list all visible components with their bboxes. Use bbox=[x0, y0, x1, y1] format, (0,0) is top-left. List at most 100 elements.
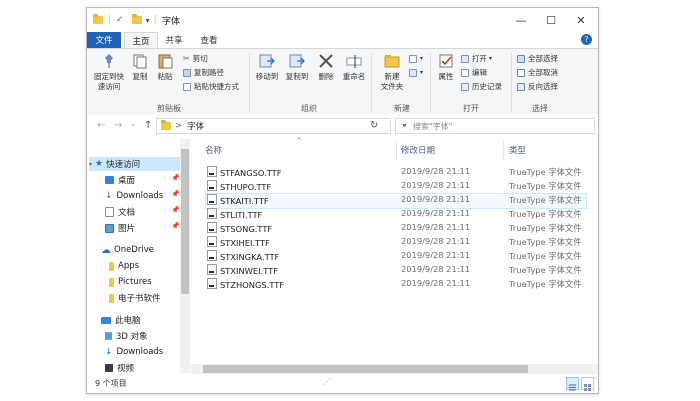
column-header-name[interactable]: 名称 bbox=[205, 143, 222, 157]
breadcrumb-current[interactable]: 字体 bbox=[187, 120, 204, 132]
delete-button[interactable]: 删除 bbox=[315, 52, 337, 82]
select-none-label: 全部取消 bbox=[528, 68, 558, 77]
tab-home[interactable]: 主页 bbox=[124, 32, 158, 49]
properties-label: 属性 bbox=[438, 72, 454, 81]
details-view-icon bbox=[569, 384, 576, 391]
new-item-button[interactable]: ▾ bbox=[409, 53, 423, 64]
nav-videos[interactable]: 视频 bbox=[105, 361, 134, 375]
paste-button[interactable]: 粘贴 bbox=[153, 52, 177, 82]
pin-icon bbox=[100, 52, 118, 70]
font-file-icon bbox=[207, 250, 217, 261]
paste-shortcut-button[interactable]: 粘贴快捷方式 bbox=[183, 81, 239, 92]
folder-icon bbox=[109, 277, 114, 287]
font-file-icon bbox=[207, 166, 217, 177]
rename-button[interactable]: 重命名 bbox=[341, 52, 367, 82]
edit-button[interactable]: 编辑 bbox=[461, 67, 487, 78]
file-name-cell: STXINGKA.TTF bbox=[207, 250, 279, 262]
nav-this-pc[interactable]: 此电脑 bbox=[101, 313, 141, 327]
column-header-modified[interactable]: 修改日期 bbox=[401, 143, 435, 157]
qa-separator: | bbox=[108, 15, 112, 25]
copy-button[interactable]: 复制 bbox=[129, 52, 151, 82]
table-row[interactable]: STZHONGS.TTF 2019/9/28 21:11 TrueType 字体… bbox=[205, 277, 585, 291]
file-name: STXINWEI.TTF bbox=[220, 266, 278, 276]
tab-share[interactable]: 共享 bbox=[159, 32, 189, 48]
select-all-button[interactable]: 全部选择 bbox=[517, 53, 558, 64]
horizontal-scrollbar-thumb[interactable] bbox=[203, 365, 528, 373]
horizontal-scrollbar[interactable] bbox=[191, 364, 598, 374]
help-button[interactable]: ? bbox=[581, 34, 592, 45]
nav-label: 文档 bbox=[118, 208, 136, 218]
file-name: STZHONGS.TTF bbox=[220, 280, 285, 290]
nav-scrollbar[interactable] bbox=[180, 139, 190, 373]
nav-pictures[interactable]: 图片 bbox=[105, 221, 135, 235]
new-folder-button[interactable]: 新建 文件夹 bbox=[377, 52, 407, 92]
up-button[interactable]: ↑ bbox=[144, 120, 152, 131]
breadcrumb-separator: > bbox=[175, 121, 183, 131]
large-icons-view-button[interactable] bbox=[581, 377, 594, 391]
nav-pictures-folder[interactable]: Pictures bbox=[109, 275, 152, 289]
nav-label: 电子书软件 bbox=[118, 294, 161, 304]
open-label: 打开 bbox=[472, 54, 487, 63]
nav-desktop[interactable]: 桌面 bbox=[105, 173, 135, 187]
nav-3d-objects[interactable]: 3D 对象 bbox=[105, 329, 148, 343]
tab-view[interactable]: 查看 bbox=[194, 32, 224, 48]
file-name: STKAITI.TTF bbox=[220, 196, 269, 206]
table-row[interactable]: STXIHEI.TTF 2019/9/28 21:11 TrueType 字体文… bbox=[205, 235, 585, 249]
nav-quick-access[interactable]: ▾ ★ 快速访问 bbox=[89, 157, 180, 171]
table-row[interactable]: STSONG.TTF 2019/9/28 21:11 TrueType 字体文件 bbox=[205, 221, 585, 235]
ribbon-divider bbox=[249, 53, 250, 113]
file-type: TrueType 字体文件 bbox=[509, 167, 582, 177]
rename-label: 重命名 bbox=[342, 72, 366, 81]
move-to-label: 移动到 bbox=[255, 72, 279, 81]
nav-documents[interactable]: 文档 bbox=[105, 205, 135, 219]
nav-downloads[interactable]: ↓ Downloads bbox=[105, 189, 163, 203]
close-button[interactable]: ✕ bbox=[567, 11, 595, 29]
open-button[interactable]: 打开 ▾ bbox=[461, 53, 492, 64]
qa-dropdown-icon[interactable]: ▾ bbox=[146, 16, 150, 25]
nav-ebook-software[interactable]: 电子书软件 bbox=[109, 291, 161, 305]
select-none-button[interactable]: 全部取消 bbox=[517, 67, 558, 78]
properties-icon[interactable]: ✓ bbox=[116, 15, 124, 25]
table-row[interactable]: STXINGKA.TTF 2019/9/28 21:11 TrueType 字体… bbox=[205, 249, 585, 263]
copy-path-button[interactable]: 复制路径 bbox=[183, 67, 224, 78]
table-row[interactable]: STHUPO.TTF 2019/9/28 21:11 TrueType 字体文件 bbox=[205, 179, 585, 193]
paste-shortcut-label: 粘贴快捷方式 bbox=[194, 82, 239, 91]
cut-button[interactable]: ✂ 剪切 bbox=[183, 53, 208, 64]
pin-quick-access-button[interactable]: 固定到快 速访问 bbox=[91, 52, 127, 92]
invert-selection-icon bbox=[517, 82, 525, 91]
refresh-button[interactable]: ↻ bbox=[370, 120, 378, 131]
properties-button[interactable]: 属性 bbox=[435, 52, 457, 82]
column-header-type[interactable]: 类型 bbox=[509, 143, 526, 157]
easy-access-button[interactable]: ▾ bbox=[409, 67, 423, 78]
move-to-button[interactable]: 移动到 bbox=[253, 52, 281, 82]
details-view-button[interactable] bbox=[566, 377, 579, 391]
nav-onedrive[interactable]: ☁ OneDrive bbox=[101, 243, 154, 257]
video-icon bbox=[105, 364, 113, 372]
column-divider[interactable] bbox=[396, 141, 397, 159]
search-input[interactable]: ⌕ 搜索"字体" bbox=[395, 118, 595, 134]
new-folder-icon[interactable] bbox=[131, 14, 142, 24]
invert-selection-button[interactable]: 反向选择 bbox=[517, 81, 558, 92]
explorer-window: | ✓ ▾ | 字体 — ☐ ✕ 文件 主页 共享 查看 ? 固定到快 速访问 bbox=[86, 7, 599, 394]
recent-locations-button[interactable]: ⌄ bbox=[130, 119, 137, 128]
copy-to-button[interactable]: 复制到 bbox=[283, 52, 311, 82]
nav-pc-downloads[interactable]: ↓ Downloads bbox=[105, 345, 163, 359]
forward-button[interactable]: → bbox=[114, 120, 122, 131]
nav-scrollbar-thumb[interactable] bbox=[181, 149, 189, 294]
back-button[interactable]: ← bbox=[97, 120, 105, 131]
history-button[interactable]: 历史记录 bbox=[461, 81, 502, 92]
maximize-button[interactable]: ☐ bbox=[537, 11, 565, 29]
minimize-button[interactable]: — bbox=[507, 11, 535, 29]
cube-icon bbox=[105, 332, 112, 340]
file-name-cell: STLITI.TTF bbox=[207, 208, 262, 220]
table-row[interactable]: STXINWEI.TTF 2019/9/28 21:11 TrueType 字体… bbox=[205, 263, 585, 277]
pin-label: 固定到快 速访问 bbox=[94, 72, 124, 91]
address-bar[interactable]: > 字体 ⌄ bbox=[156, 118, 408, 134]
resize-grip-icon[interactable]: ⋰ bbox=[323, 377, 331, 386]
column-divider[interactable] bbox=[503, 141, 504, 159]
table-row[interactable]: STFANGSO.TTF 2019/9/28 21:11 TrueType 字体… bbox=[205, 165, 585, 179]
nav-apps[interactable]: Apps bbox=[109, 259, 139, 273]
table-row[interactable]: STLITI.TTF 2019/9/28 21:11 TrueType 字体文件 bbox=[205, 207, 585, 221]
file-date: 2019/9/28 21:11 bbox=[401, 236, 471, 246]
tab-file[interactable]: 文件 bbox=[87, 32, 121, 48]
